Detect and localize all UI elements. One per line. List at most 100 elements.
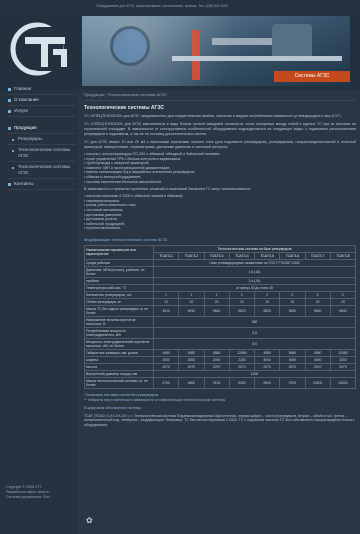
table-row: Внутренний диаметр сосуда, мм 1400 bbox=[84, 369, 356, 378]
copyright: Copyright © 2006 СТГ Разработка сайта: d… bbox=[6, 485, 50, 500]
page: Оборудование для АГЗС, проектирование, и… bbox=[0, 0, 360, 534]
table-row-label: Температура рабочая, °С bbox=[84, 283, 154, 292]
table-column-header: ТСАГЗ-1 bbox=[152, 251, 180, 260]
table-caption: Модификации технологических систем АГЗС bbox=[84, 236, 168, 242]
table-cell: 3200 bbox=[329, 355, 357, 364]
table-row: Габаритные размеры, мм: длина 4980 5980 658… bbox=[84, 348, 357, 357]
sidebar-item-label: Продукция bbox=[14, 125, 37, 130]
sidebar-item-about[interactable]: О компании bbox=[6, 95, 76, 106]
table-cell: 2070 bbox=[203, 362, 230, 371]
sidebar-subitem-systems-2[interactable]: Технологические системы АГЗС bbox=[6, 162, 76, 179]
table-header-group: Технологическая система на базе резервуа… bbox=[153, 244, 356, 253]
note-item: ** Габариты могут меняться в зависимости… bbox=[84, 397, 226, 402]
equipment-list: • насосы с электроприводом ПО-250 с обвя… bbox=[84, 152, 356, 184]
table-row: Потребляемая мощность электродвигателя, … bbox=[84, 326, 356, 339]
table-cell: 12580 bbox=[228, 348, 256, 357]
table-cell: 9820 bbox=[279, 304, 306, 317]
sidebar-item-services[interactable]: Услуги bbox=[6, 106, 76, 117]
table-cell: 2570 bbox=[279, 362, 306, 371]
table-column-header: ТСАГЗ-7 bbox=[304, 251, 331, 260]
table-row: Мощность электродвигателей агрегатов нас… bbox=[84, 337, 356, 350]
table-column-header: ТСАГЗ-5 bbox=[253, 251, 281, 260]
bullet-icon bbox=[12, 139, 14, 141]
table-cell: 10 bbox=[228, 297, 256, 306]
table-cell: 10 bbox=[152, 297, 180, 306]
table-cell: 2070 bbox=[152, 362, 180, 371]
table-cell: 5980 bbox=[178, 348, 205, 357]
table-cell: 2570 bbox=[329, 362, 357, 371]
table-row: Напряжение питания агрегатов насосных, В… bbox=[84, 315, 356, 328]
table-cell: 5980 bbox=[279, 348, 306, 357]
page-title: Технологические системы АГЗС bbox=[84, 105, 164, 111]
table-cell: 380 bbox=[153, 315, 356, 328]
table-cell: 10 bbox=[279, 297, 306, 306]
sidebar-menu: Главная О компании Услуги Продукция Резе… bbox=[6, 84, 76, 190]
table-cell: 2570 bbox=[304, 362, 331, 371]
table-row: пробное 2,4 (24) bbox=[84, 276, 356, 285]
equipment-paragraph: ТС для АГЗС имеют 10 или 20 м3 с насосны… bbox=[84, 140, 356, 149]
header-banner-image: Системы АГЗС bbox=[82, 16, 350, 86]
bullet-icon bbox=[12, 150, 14, 152]
table-cell: 9840 bbox=[203, 304, 230, 317]
breadcrumb[interactable]: Продукция | Технологические системы АГЗС bbox=[84, 92, 356, 101]
sidebar-item-contacts[interactable]: Контакты bbox=[6, 179, 76, 190]
table-cell: 2200 bbox=[228, 355, 256, 364]
sidebar-item-products[interactable]: Продукция bbox=[6, 123, 76, 134]
table-cell: 2070 bbox=[178, 362, 205, 371]
table-cell: 10 bbox=[253, 297, 281, 306]
bullet-icon bbox=[8, 99, 11, 102]
table-row-label: Напряжение питания агрегатов насосных, В bbox=[84, 315, 154, 328]
settings-icon[interactable]: ✿ bbox=[86, 516, 93, 525]
table-column-header: ТСАГЗ-3 bbox=[203, 251, 230, 260]
table-cell: 2570 bbox=[253, 362, 281, 371]
table-notes: * Возможна поставка систем без резервуар… bbox=[84, 393, 356, 402]
bullet-icon bbox=[8, 127, 11, 130]
table-cell: 9100 bbox=[203, 376, 230, 389]
table-cell: 1 bbox=[203, 290, 230, 299]
sidebar-subitem-systems[interactable]: Технологические системы АГЗС bbox=[6, 145, 76, 162]
table-cell: 20 bbox=[304, 297, 331, 306]
copyright-line[interactable]: Система управления: Flux bbox=[6, 495, 50, 500]
sidebar-item-label: О компании bbox=[14, 97, 39, 102]
table-cell: 9900 bbox=[253, 376, 281, 389]
table-cell: 1,6 (16) bbox=[153, 265, 356, 278]
table-cell: 10 bbox=[178, 297, 205, 306]
table-row-label: Габаритные размеры, мм: длина bbox=[84, 348, 154, 357]
table-header-label: Наименование параметров или характеристи… bbox=[84, 244, 154, 260]
table-row: Масса технологической системы, кг, не бо… bbox=[84, 376, 357, 389]
main-content: Продукция | Технологические системы АГЗС… bbox=[84, 92, 357, 427]
table-row-label: Объём резервуара, м³ bbox=[84, 297, 154, 306]
ordering-heading: В цифровом обозначении системы: bbox=[84, 406, 142, 411]
options-paragraph: В зависимости от принятых проектных реше… bbox=[84, 187, 252, 192]
sidebar-subitem-tanks[interactable]: Резервуары bbox=[6, 134, 76, 145]
bullet-icon bbox=[8, 110, 11, 113]
table-row-label: Масса ТС без одного резервуара, кг, не б… bbox=[84, 304, 154, 317]
options-list: • насосом перекачки 2-2000 с обвязкой га… bbox=[84, 194, 356, 231]
company-logo[interactable] bbox=[7, 19, 77, 79]
ordering-text: ТСАГ (ТСАО) Х-ХХ-ХХ-ХХ • • • Технологиче… bbox=[84, 413, 355, 427]
sidebar-item-home[interactable]: Главная bbox=[6, 84, 76, 95]
table-cell: 1 bbox=[178, 290, 205, 299]
table-cell: 4910 bbox=[178, 304, 205, 317]
table-header-row: Наименование параметров или характеристи… bbox=[84, 244, 356, 260]
top-bar: Оборудование для АГЗС, проектирование, и… bbox=[0, 0, 360, 14]
table-cell: 20 bbox=[329, 297, 357, 306]
table-column-header: ТСАГЗ-2 bbox=[178, 251, 205, 260]
table-cell: 2,4 (24) bbox=[153, 276, 356, 285]
table-cell: 2 bbox=[253, 290, 281, 299]
table-row-label: Давление, МПа (кгс/см²), рабочее, не бол… bbox=[84, 265, 154, 278]
table-cell: 2070 bbox=[228, 362, 256, 371]
sidebar-subitem-label: Резервуары bbox=[18, 136, 42, 141]
table-cell: 3000 bbox=[253, 355, 281, 364]
table-cell: 12580 bbox=[329, 348, 357, 357]
table-row: Давление, МПа (кгс/см²), рабочее, не бол… bbox=[84, 265, 356, 278]
table-row-label: пробное bbox=[84, 276, 154, 285]
table-cell: 5,5 bbox=[153, 337, 356, 350]
table-cell: 9840 bbox=[329, 304, 357, 317]
table-row-label: ширина bbox=[84, 355, 154, 364]
table-cell: 3000 bbox=[279, 355, 306, 364]
sidebar-subitem-label: Технологические системы АГЗС bbox=[18, 164, 71, 175]
table-row: Температура рабочая, °С от минус 40 до пл… bbox=[84, 283, 356, 292]
list-item: • пультом автоматики. bbox=[84, 226, 121, 231]
table-row: Количество резервуаров, шт. 1 1 1 2 2 2 2 2 bbox=[84, 290, 357, 299]
